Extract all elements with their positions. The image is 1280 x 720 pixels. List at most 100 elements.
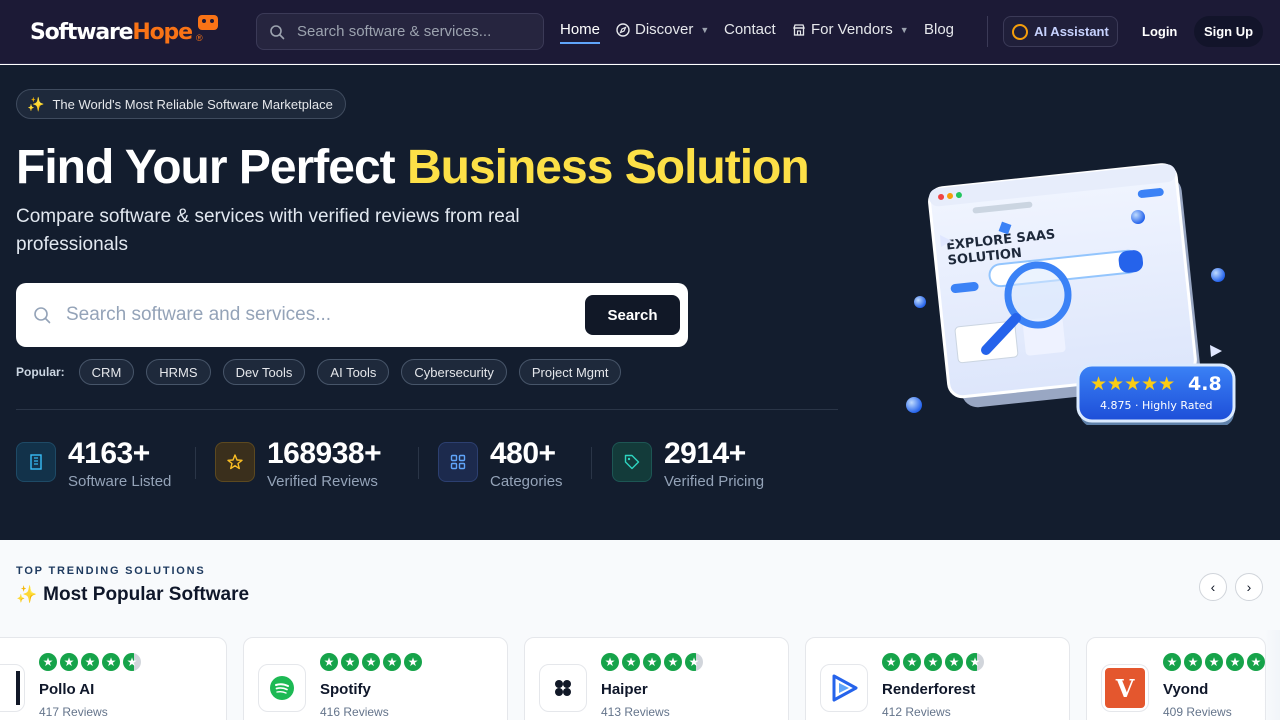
stat-value: 168938+ (267, 437, 382, 470)
star-icon: ★ (664, 653, 682, 671)
rating-stars: ★ ★ ★ ★ ★ (1163, 653, 1265, 671)
stat-value: 480+ (490, 437, 556, 470)
illustration-rating-caption: 4.875 · Highly Rated (1100, 399, 1213, 412)
star-icon: ★ (643, 653, 661, 671)
card-reviews: 416 Reviews (320, 705, 389, 719)
carousel-fade (1264, 630, 1280, 720)
popular-tag-cybersecurity[interactable]: Cybersecurity (401, 359, 507, 385)
search-icon (270, 25, 285, 40)
hero-title-highlight: Business Solution (406, 141, 810, 194)
top-navbar: SoftwareHope ® Home Discover ▼ Contact F… (0, 0, 1280, 64)
stat-label: Verified Pricing (664, 473, 765, 490)
rating-stars: ★ ★ ★ ★ ★ (320, 653, 422, 671)
nav-link-discover[interactable]: Discover ▼ (616, 21, 709, 38)
card-name: Spotify (320, 681, 371, 698)
software-card-renderforest[interactable]: ★ ★ ★ ★ ★ Renderforest 412 Reviews (805, 637, 1070, 720)
compass-icon (616, 22, 630, 37)
popular-tags: Popular: CRM HRMS Dev Tools AI Tools Cyb… (16, 359, 622, 385)
building-icon (16, 442, 56, 482)
trending-section: TOP TRENDING SOLUTIONS ✨ Most Popular So… (0, 540, 1280, 720)
popular-tag-project-mgmt[interactable]: Project Mgmt (518, 359, 622, 385)
grid-icon (438, 442, 478, 482)
hero-badge-text: The World's Most Reliable Software Marke… (52, 96, 333, 112)
stat-label: Categories (490, 473, 563, 490)
sparkle-icon: ✨ (16, 585, 38, 604)
star-icon: ★ (1247, 653, 1265, 671)
software-card-spotify[interactable]: ★ ★ ★ ★ ★ Spotify 416 Reviews (243, 637, 508, 720)
haiper-logo (539, 664, 587, 712)
carousel-prev-button[interactable]: ‹ (1199, 573, 1227, 601)
signup-button[interactable]: Sign Up (1194, 16, 1263, 47)
star-icon: ★ (622, 653, 640, 671)
popular-label: Popular: (16, 365, 65, 379)
rating-stars: ★ ★ ★ ★ ★ (39, 653, 141, 671)
nav-link-contact-label: Contact (724, 21, 776, 38)
nav-link-home-label: Home (560, 21, 601, 38)
chevron-down-icon: ▼ (899, 24, 909, 35)
spotify-logo (258, 664, 306, 712)
rating-stars-icon: ★★★★★ (1090, 374, 1175, 395)
ai-assistant-button[interactable]: AI Assistant (1003, 16, 1118, 47)
card-name: Renderforest (882, 681, 976, 698)
tag-icon (612, 442, 652, 482)
carousel-next-button[interactable]: › (1235, 573, 1263, 601)
star-icon: ★ (102, 653, 120, 671)
logo[interactable]: SoftwareHope ® (30, 15, 218, 49)
hero-search-box[interactable]: Search (16, 283, 688, 347)
software-card-pollo-ai[interactable]: ★ ★ ★ ★ ★ Pollo AI 417 Reviews (0, 637, 227, 720)
rating-badge: ★★★★★ 4.8 4.875 · Highly Rated (1076, 363, 1236, 425)
trending-title-text: Most Popular Software (43, 584, 250, 605)
nav-search-box[interactable] (256, 13, 544, 50)
star-icon: ★ (383, 653, 401, 671)
popular-tag-hrms[interactable]: HRMS (146, 359, 211, 385)
nav-link-home[interactable]: Home (560, 21, 600, 38)
vyond-logo: V (1101, 664, 1149, 712)
stat-separator (195, 447, 196, 479)
star-half-icon: ★ (123, 653, 141, 671)
stat-value: 2914+ (664, 437, 746, 470)
hero-section: ✨ The World's Most Reliable Software Mar… (0, 65, 1280, 540)
star-icon: ★ (81, 653, 99, 671)
hero-search-input[interactable] (66, 295, 576, 335)
popular-tag-crm[interactable]: CRM (78, 359, 135, 385)
logo-text-hope: Hope (132, 19, 193, 45)
logo-registered-mark: ® (196, 33, 203, 43)
stat-label: Software Listed (68, 473, 172, 490)
nav-link-for-vendors[interactable]: For Vendors ▼ (792, 21, 909, 38)
star-icon: ★ (404, 653, 422, 671)
nav-link-blog[interactable]: Blog (924, 21, 954, 38)
star-half-icon: ★ (966, 653, 984, 671)
search-icon (34, 307, 51, 324)
nav-search-input[interactable] (297, 14, 537, 49)
hero-title: Find Your Perfect Business Solution (16, 140, 810, 195)
logo-text-software: Software (30, 19, 134, 45)
trending-title: ✨ Most Popular Software (16, 584, 249, 606)
nav-link-discover-label: Discover (635, 21, 694, 38)
sparkle-icon: ✨ (27, 95, 45, 112)
card-reviews: 409 Reviews (1163, 705, 1232, 719)
card-reviews: 417 Reviews (39, 705, 108, 719)
popular-tag-dev-tools[interactable]: Dev Tools (222, 359, 306, 385)
nav-divider (987, 16, 988, 47)
pollo-ai-logo (0, 664, 25, 712)
star-icon (215, 442, 255, 482)
nav-link-for-vendors-label: For Vendors (811, 21, 893, 38)
logo-face-icon (198, 15, 218, 30)
software-card-haiper[interactable]: ★ ★ ★ ★ ★ Haiper 413 Reviews (524, 637, 789, 720)
nav-link-contact[interactable]: Contact (724, 21, 776, 38)
card-name: Haiper (601, 681, 648, 698)
hero-search-button[interactable]: Search (585, 295, 680, 335)
hero-divider (16, 409, 838, 410)
robot-icon (1012, 23, 1029, 40)
star-icon: ★ (903, 653, 921, 671)
popular-tag-ai-tools[interactable]: AI Tools (317, 359, 390, 385)
star-icon: ★ (39, 653, 57, 671)
login-link[interactable]: Login (1142, 24, 1177, 39)
hero-badge: ✨ The World's Most Reliable Software Mar… (16, 89, 346, 119)
nav-active-underline (560, 42, 600, 44)
chevron-down-icon: ▼ (700, 24, 710, 35)
rating-stars: ★ ★ ★ ★ ★ (882, 653, 984, 671)
hero-illustration: EXPLORE SAAS SOLUTION ★★★★★ 4.8 4.875 · … (906, 163, 1236, 425)
card-reviews: 412 Reviews (882, 705, 951, 719)
software-card-vyond[interactable]: V ★ ★ ★ ★ ★ Vyond 409 Reviews (1086, 637, 1266, 720)
